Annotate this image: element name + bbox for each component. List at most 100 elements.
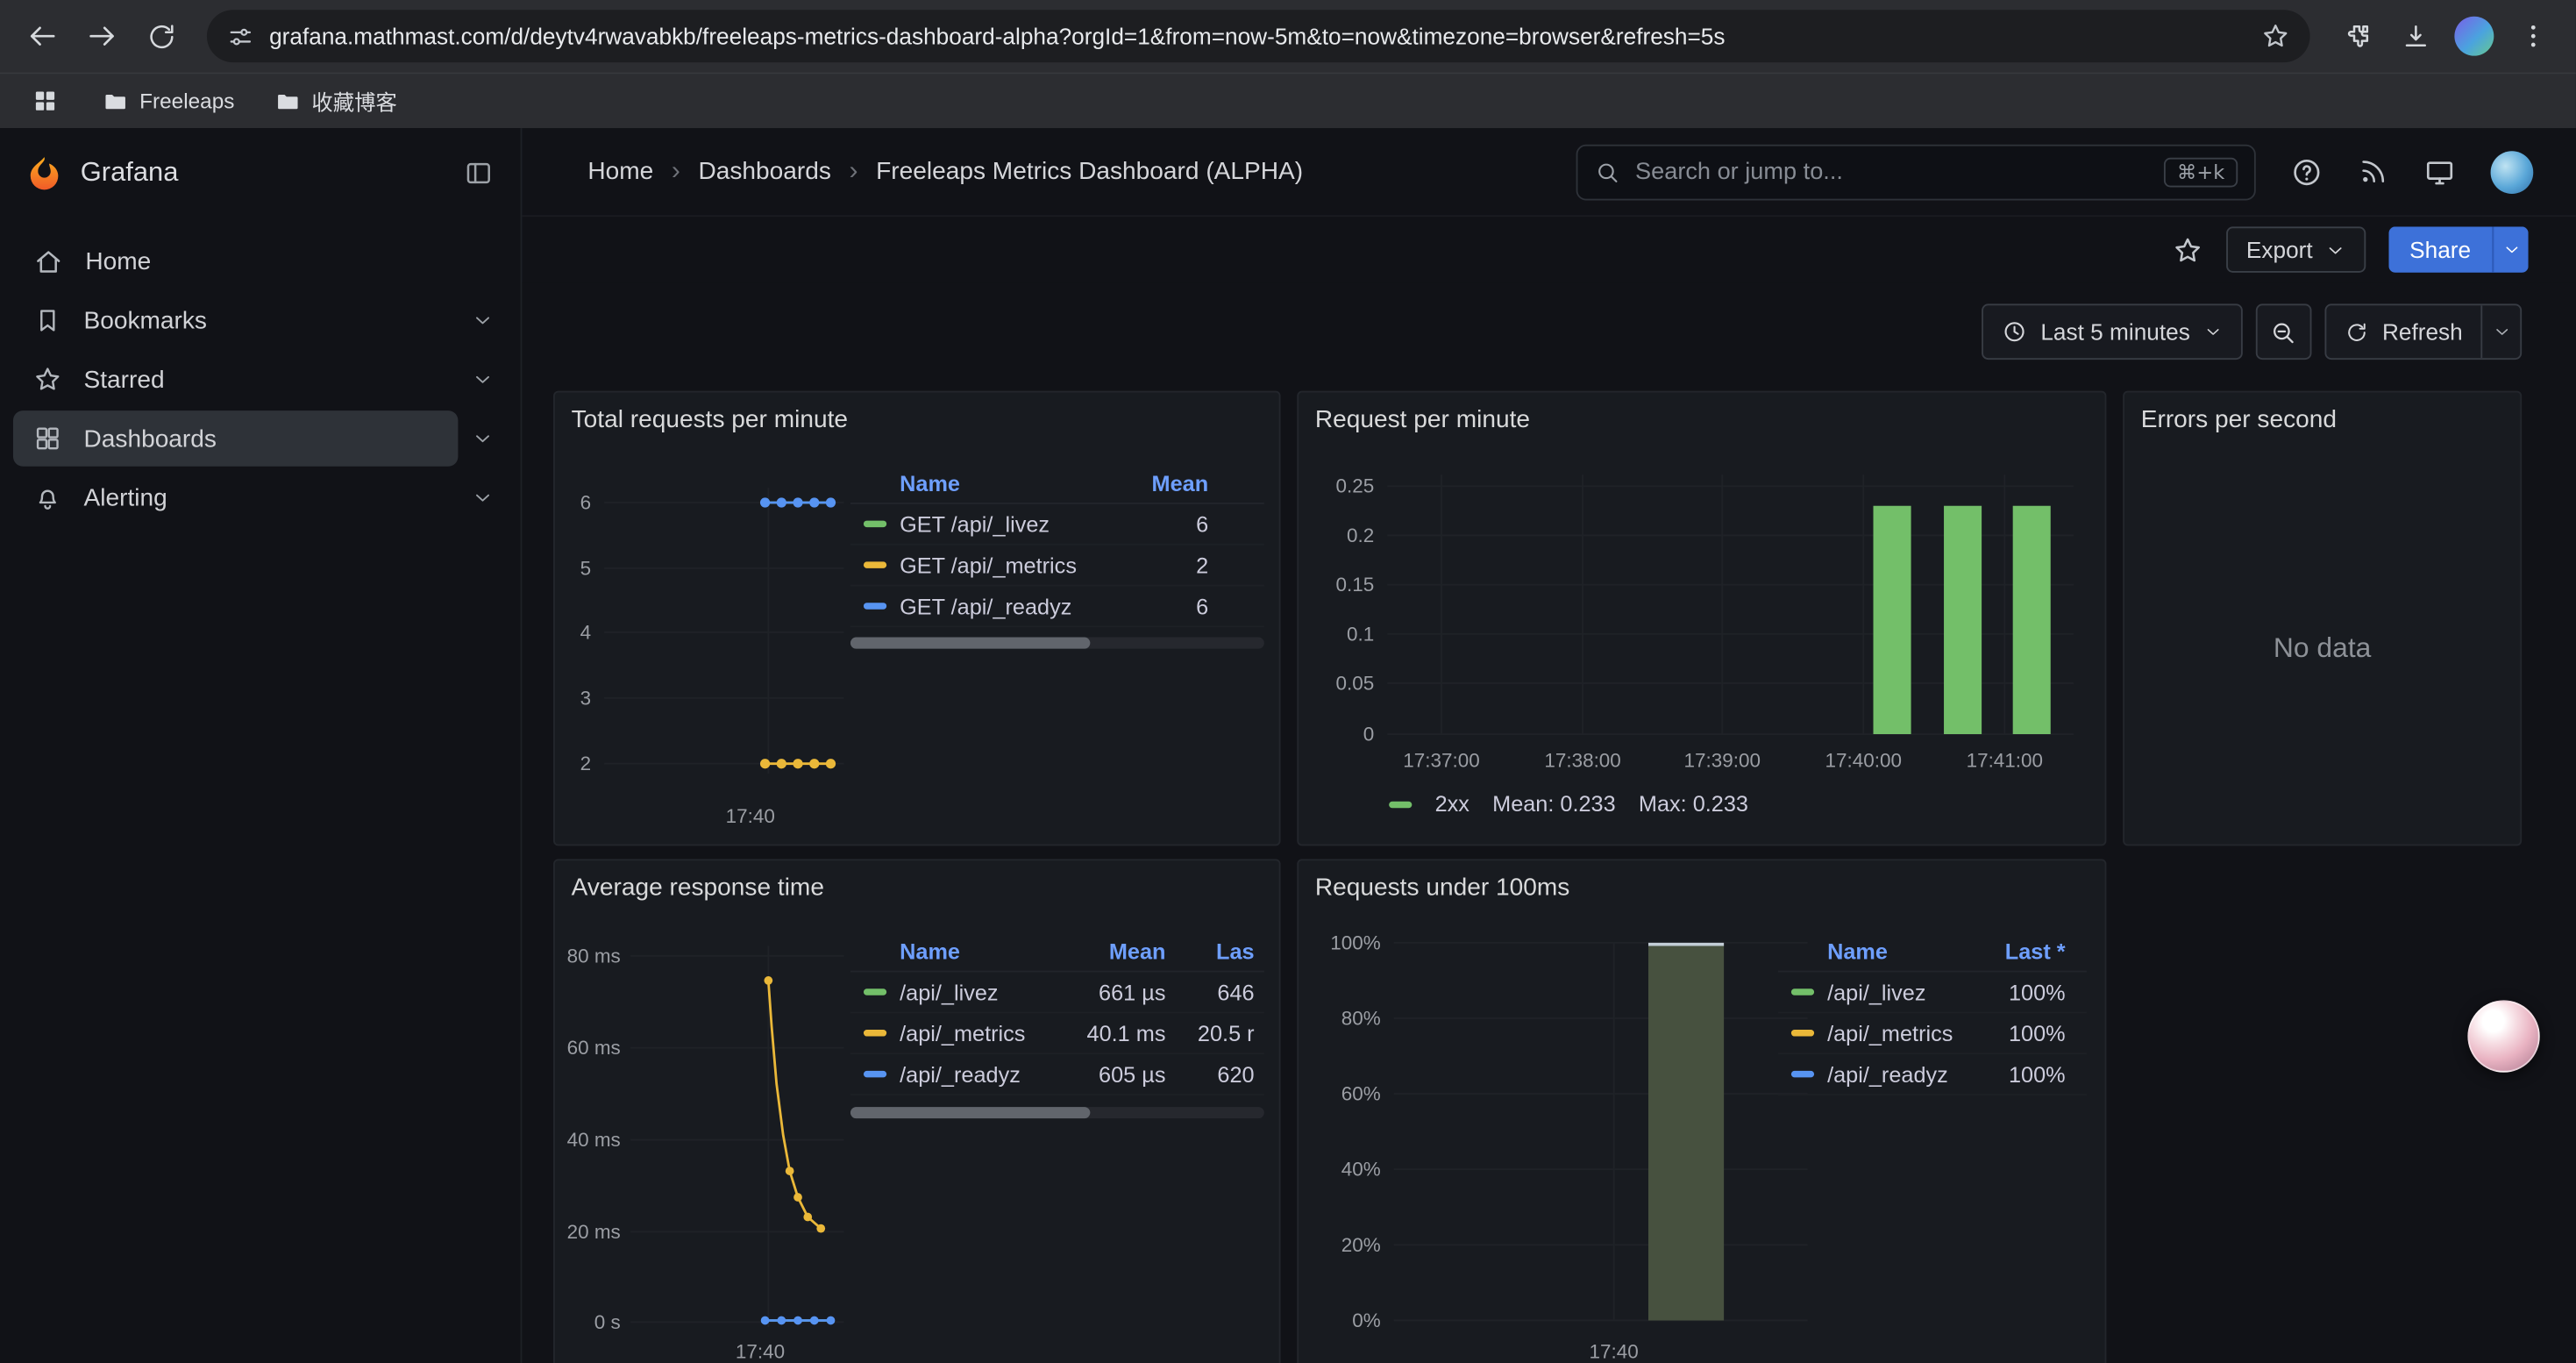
tv-mode-button[interactable]	[2423, 155, 2456, 188]
legend-row[interactable]: GET /api/_readyz 6	[850, 586, 1264, 627]
back-button[interactable]	[17, 10, 69, 62]
legend-row[interactable]: /api/_readyz 605 µs 620	[850, 1054, 1264, 1095]
y-axis-ticks: 6 5 4 3 2	[580, 491, 592, 774]
browser-menu-button[interactable]	[2507, 10, 2559, 62]
legend-col-last[interactable]: Las	[1165, 939, 1263, 964]
bookmark-item-freeleaps[interactable]: Freeleaps	[102, 88, 234, 114]
url-input[interactable]	[269, 23, 2245, 49]
zoom-out-button[interactable]	[2256, 303, 2312, 360]
scrollbar-thumb[interactable]	[850, 638, 1091, 649]
share-menu-button[interactable]	[2492, 226, 2528, 272]
zoom-out-icon	[2270, 318, 2298, 346]
sidebar-item-starred[interactable]: Starred	[13, 352, 508, 408]
star-icon	[2173, 234, 2204, 266]
legend-row[interactable]: /api/_metrics 100%	[1778, 1013, 2087, 1054]
site-info-icon[interactable]	[226, 22, 254, 50]
svg-text:0.2: 0.2	[1347, 525, 1374, 546]
question-circle-icon	[2290, 155, 2323, 188]
address-bar[interactable]	[207, 10, 2310, 62]
breadcrumb: Home › Dashboards › Freeleaps Metrics Da…	[587, 157, 1303, 187]
series-name: /api/_metrics	[900, 1021, 1025, 1045]
export-label: Export	[2246, 237, 2313, 263]
apps-grid-button[interactable]	[26, 83, 62, 119]
assistant-avatar-button[interactable]	[2467, 1000, 2539, 1072]
legend-row[interactable]: GET /api/_metrics 2	[850, 546, 1264, 587]
downloads-button[interactable]	[2388, 10, 2441, 62]
app-header: Home › Dashboards › Freeleaps Metrics Da…	[522, 128, 2575, 217]
legend-col-name[interactable]: Name	[1778, 939, 1982, 964]
bookmark-icon	[32, 305, 62, 335]
series-name: GET /api/_readyz	[900, 594, 1071, 618]
chevron-down-icon[interactable]	[458, 427, 507, 450]
search-icon	[1594, 159, 1620, 185]
extensions-button[interactable]	[2330, 10, 2382, 62]
sidebar-item-dashboards[interactable]: Dashboards	[13, 410, 508, 467]
series-name: /api/_livez	[1827, 980, 1925, 1004]
bookmark-label: 收藏博客	[311, 85, 396, 117]
news-button[interactable]	[2358, 156, 2389, 188]
refresh-button[interactable]: Refresh	[2326, 305, 2480, 358]
search-input[interactable]	[1635, 159, 2149, 185]
y-axis-ticks: 0.25 0.2 0.15 0.1 0.05 0	[1336, 475, 1375, 746]
svg-text:0.25: 0.25	[1336, 475, 1375, 497]
search-box[interactable]: ⌘+k	[1576, 144, 2256, 200]
share-button[interactable]: Share	[2388, 226, 2493, 272]
legend-table: Name Last * /api/_livez 100% /api/_metri…	[1778, 933, 2087, 1095]
legend-col-mean[interactable]: Mean	[1064, 939, 1165, 964]
legend-col-mean[interactable]: Mean	[1110, 471, 1264, 496]
svg-text:17:40:00: 17:40:00	[1825, 749, 1902, 771]
panel-average-response-time: Average response time 80 ms 60 m	[553, 859, 1281, 1363]
legend-header: Name Mean	[850, 465, 1264, 504]
chevron-down-icon	[2203, 322, 2223, 341]
legend-col-name[interactable]: Name	[850, 939, 1064, 964]
reload-button[interactable]	[135, 10, 188, 62]
panel-requests-under-100ms: Requests under 100ms 100%	[1297, 859, 2106, 1363]
sidebar-item-bookmarks[interactable]: Bookmarks	[13, 292, 508, 348]
svg-text:20%: 20%	[1341, 1234, 1381, 1256]
bookmark-star-icon[interactable]	[2260, 21, 2290, 51]
breadcrumb-home[interactable]: Home	[587, 158, 653, 186]
breadcrumb-dashboards[interactable]: Dashboards	[698, 158, 830, 186]
legend-scrollbar[interactable]	[850, 1107, 1264, 1118]
chevron-down-icon[interactable]	[458, 309, 507, 332]
chevron-down-icon[interactable]	[458, 486, 507, 509]
series-metrics	[764, 976, 825, 1232]
sidebar-collapse-icon	[463, 157, 495, 189]
legend-row[interactable]: /api/_readyz 100%	[1778, 1054, 2087, 1095]
panel-total-requests-per-minute: Total requests per minute 6 5	[553, 391, 1281, 846]
forward-button[interactable]	[75, 10, 128, 62]
favorite-dashboard-button[interactable]	[2173, 234, 2204, 266]
scrollbar-thumb[interactable]	[850, 1107, 1091, 1118]
chevron-down-icon	[2492, 322, 2511, 341]
series-color-dash	[864, 1030, 886, 1036]
sidebar-item-alerting[interactable]: Alerting	[13, 470, 508, 526]
panel-title[interactable]: Errors per second	[2141, 406, 2337, 434]
bar-chart: 100% 80% 60% 40% 20% 0% 17:40	[1315, 860, 1824, 1363]
bookmark-item-blog[interactable]: 收藏博客	[274, 85, 396, 117]
legend-row[interactable]: /api/_metrics 40.1 ms 20.5 r	[850, 1013, 1264, 1054]
legend-col-name[interactable]: Name	[850, 471, 1110, 496]
refresh-interval-button[interactable]	[2480, 305, 2520, 358]
breadcrumb-current: Freeleaps Metrics Dashboard (ALPHA)	[876, 158, 1303, 186]
sidebar-toggle-button[interactable]	[463, 157, 495, 189]
series-name: /api/_readyz	[900, 1062, 1021, 1087]
legend-row[interactable]: /api/_livez 100%	[1778, 973, 2087, 1014]
svg-text:60%: 60%	[1341, 1083, 1381, 1105]
svg-text:17:40: 17:40	[726, 805, 775, 827]
export-button[interactable]: Export	[2226, 226, 2365, 272]
series-mean: 661 µs	[1064, 980, 1165, 1004]
help-button[interactable]	[2290, 155, 2323, 188]
legend-col-last[interactable]: Last *	[1982, 939, 2087, 964]
time-range-picker[interactable]: Last 5 minutes	[1982, 303, 2243, 360]
user-avatar-button[interactable]	[2491, 150, 2534, 193]
legend-scrollbar[interactable]	[850, 638, 1264, 649]
profile-button[interactable]	[2448, 10, 2501, 62]
svg-text:4: 4	[580, 621, 592, 643]
chevron-down-icon[interactable]	[458, 368, 507, 390]
legend-row[interactable]: GET /api/_livez 6	[850, 504, 1264, 546]
sidebar-nav: Home Bookmarks Starred	[0, 217, 521, 542]
legend-row[interactable]: /api/_livez 661 µs 646	[850, 973, 1264, 1014]
legend-series-name[interactable]: 2xx	[1435, 792, 1469, 817]
series-color-dash	[864, 1071, 886, 1077]
sidebar-item-home[interactable]: Home	[13, 233, 508, 289]
